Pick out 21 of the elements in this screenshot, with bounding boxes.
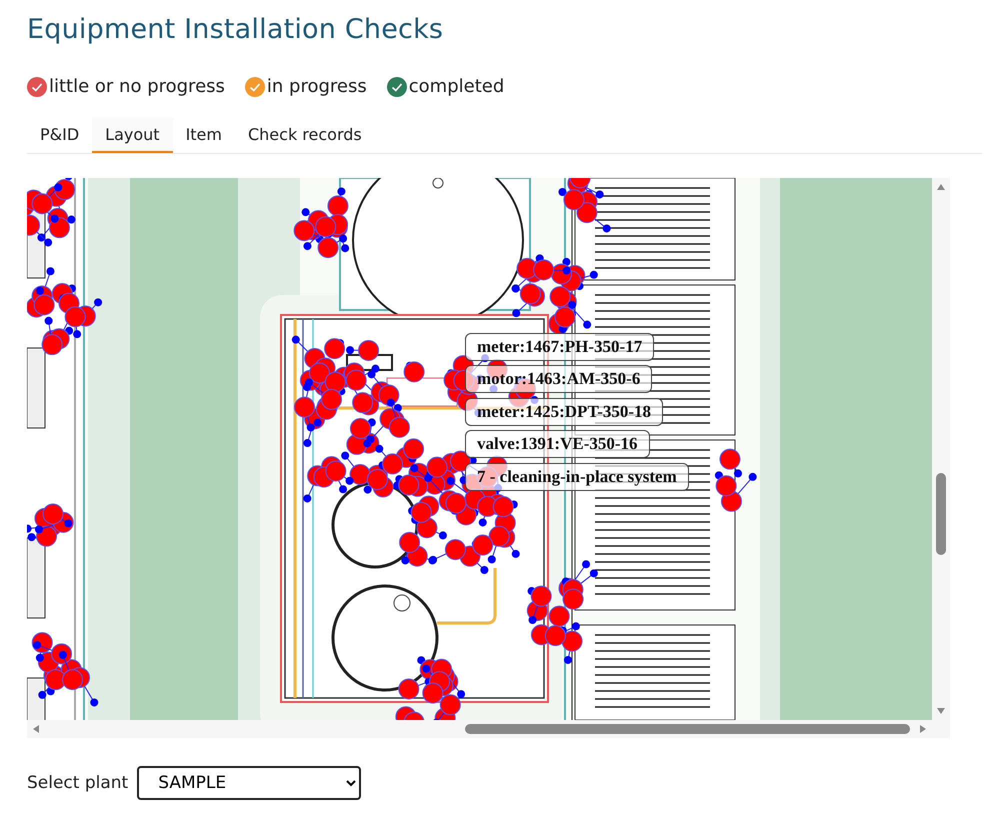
scroll-up-icon[interactable] (936, 183, 946, 191)
legend-label: in progress (266, 76, 367, 97)
equipment-tag: motor:1463:AM-350-6 (465, 365, 652, 393)
equipment-tag: meter:1425:DPT-350-18 (465, 398, 664, 426)
field-label: Select plant (27, 773, 128, 793)
equipment-tag: 7 - cleaning-in-place system (465, 463, 689, 491)
scroll-right-icon[interactable] (919, 724, 927, 734)
equipment-tag: meter:1467:PH-350-17 (465, 333, 654, 361)
equipment-tag: valve:1391:VE-350-16 (465, 430, 650, 458)
tab[interactable]: Check records (234, 117, 375, 153)
tab[interactable]: P&ID (27, 117, 92, 153)
scroll-left-icon[interactable] (32, 724, 40, 734)
legend-label: completed (408, 76, 504, 97)
scrollbar-thumb[interactable] (936, 473, 946, 555)
scroll-down-icon[interactable] (936, 707, 946, 715)
plant-dropdown[interactable]: SAMPLE (137, 766, 362, 800)
tab[interactable]: Layout (92, 117, 173, 153)
legend-label: little or no progress (49, 76, 225, 97)
scrollbar-thumb[interactable] (465, 724, 910, 734)
tab[interactable]: Item (172, 117, 235, 153)
page-title: Equipment Installation Checks (27, 14, 444, 45)
